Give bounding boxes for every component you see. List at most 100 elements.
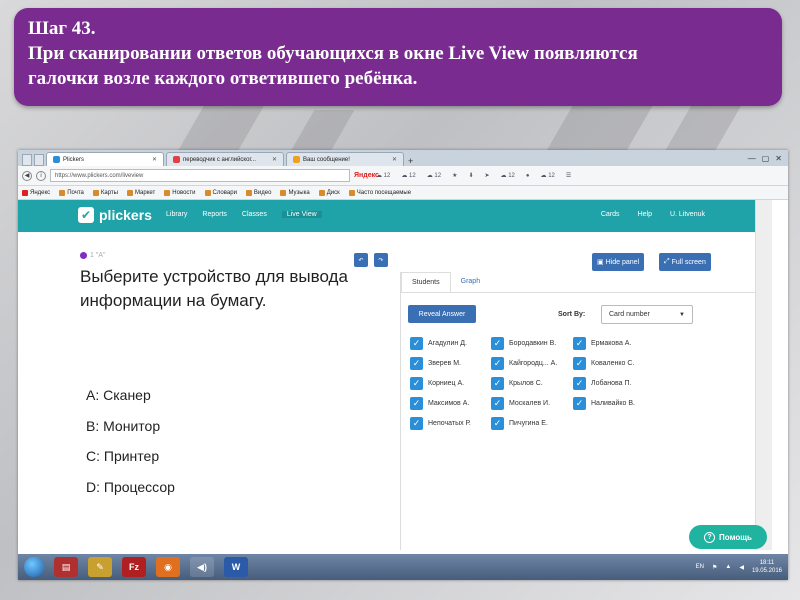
bookmark-item[interactable]: Диск (318, 189, 340, 196)
check-logo-icon: ✔ (78, 207, 94, 223)
bookmark-item[interactable]: Видео (245, 189, 271, 196)
volume-icon[interactable]: ◀ (739, 564, 744, 571)
student-item: ✓ Лобанова П. (573, 373, 655, 393)
info-icon[interactable]: i (36, 170, 46, 181)
checkmark-icon: ✓ (410, 396, 423, 410)
student-item: ✓ Непочатых Р. (410, 413, 491, 433)
panel-body: Reveal Answer Sort By: Card number ▼ ✓ Аг… (401, 292, 756, 550)
weather-icon[interactable]: ☁ 12 (501, 172, 515, 179)
caret-down-icon: ▼ (679, 311, 685, 318)
checkmark-icon: ✓ (410, 336, 423, 350)
tab-label: переводчик с английског... (183, 156, 256, 163)
student-item: ✓ Максимов А. (410, 393, 491, 413)
question-icon: ? (704, 531, 716, 543)
checkmark-icon: ✓ (573, 336, 586, 350)
weather-icon[interactable]: ☁ 12 (427, 172, 441, 179)
minimize-icon[interactable]: — (748, 154, 756, 163)
checkmark-icon: ✓ (491, 336, 504, 350)
filezilla-app-icon[interactable]: Fz (122, 557, 146, 577)
nav-cards[interactable]: Cards (601, 211, 620, 218)
download-icon[interactable]: ⬇ (468, 172, 473, 179)
nav-help[interactable]: Help (638, 211, 652, 218)
weather-icon[interactable]: ☁ 12 (541, 172, 555, 179)
url-input[interactable]: https://www.plickers.com/liveview (50, 169, 350, 182)
checkmark-icon: ✓ (491, 376, 504, 390)
bookmark-item[interactable]: Карты (92, 189, 118, 196)
tab-list-button[interactable] (34, 154, 44, 166)
prev-question-button[interactable]: ↶ (354, 253, 368, 267)
nav-classes[interactable]: Classes (242, 211, 267, 218)
mail-favicon-icon (293, 156, 300, 163)
hide-panel-button[interactable]: ▣ Hide panel (592, 253, 645, 271)
close-icon[interactable]: ✕ (392, 156, 397, 163)
close-window-icon[interactable]: ✕ (775, 154, 782, 163)
bookmark-item[interactable]: Почта (59, 189, 84, 196)
bookmark-item[interactable]: Часто посещаемые (348, 189, 411, 196)
nav-live-view[interactable]: Live View (281, 211, 322, 218)
bookmark-item[interactable]: Музыка (280, 189, 310, 196)
page-scrollbar[interactable] (755, 200, 772, 550)
start-button[interactable] (24, 557, 44, 577)
checkmark-icon: ✓ (573, 376, 586, 390)
weather-icon[interactable]: ☁ 12 (376, 172, 390, 179)
question-color-dot (80, 252, 87, 259)
app-top-nav: ✔ plickers Library Reports Classes Live … (18, 200, 755, 232)
tab-students[interactable]: Students (401, 272, 451, 292)
answer-list: A: Сканер B: Монитор C: Принтер D: Проце… (86, 380, 175, 502)
nav-user[interactable]: U. Litvenuk (670, 211, 705, 218)
word-app-icon[interactable]: W (224, 557, 248, 577)
question-text: Выберите устройство для вывода информаци… (80, 267, 348, 310)
network-icon[interactable]: ▲ (725, 564, 731, 570)
language-indicator[interactable]: EN (696, 564, 704, 570)
question-tag: 1 "A" (80, 252, 105, 259)
back-arrow-icon[interactable]: ◀ (22, 170, 32, 181)
firefox-app-icon[interactable]: ◉ (156, 557, 180, 577)
maximize-icon[interactable]: ▢ (762, 154, 770, 163)
weather-icon[interactable]: ☁ 12 (401, 172, 415, 179)
search-engine-logo[interactable]: Яндекс (354, 172, 379, 179)
app-nav-links: Library Reports Classes Live View (166, 211, 322, 218)
question-controls: ↶ ↷ (354, 253, 388, 267)
new-tab-icon[interactable]: + (408, 156, 413, 166)
next-question-button[interactable]: ↷ (374, 253, 388, 267)
nav-reports[interactable]: Reports (202, 211, 227, 218)
paint-app-icon[interactable]: ✎ (88, 557, 112, 577)
tab-translator[interactable]: переводчик с английског... ✕ (166, 152, 284, 166)
tab-graph[interactable]: Graph (450, 272, 491, 292)
tab-mail[interactable]: Ваш сообщение! ✕ (286, 152, 404, 166)
reveal-answer-button[interactable]: Reveal Answer (408, 305, 476, 323)
close-icon[interactable]: ✕ (272, 156, 277, 163)
bookmarks-bar: Яндекс Почта Карты Маркет Новости Словар… (18, 186, 788, 200)
bookmark-item[interactable]: Маркет (126, 189, 155, 196)
clock[interactable]: 18:11 19.05.2016 (752, 559, 782, 575)
share-icon[interactable]: ➤ (485, 172, 490, 179)
plickers-favicon-icon (53, 156, 60, 163)
plickers-logo[interactable]: ✔ plickers (78, 207, 152, 223)
bookmark-item[interactable]: Новости (164, 189, 196, 196)
student-item: ✓ Пичугина Е. (491, 413, 573, 433)
volume-app-icon[interactable]: ◀) (190, 557, 214, 577)
sort-select[interactable]: Card number ▼ (601, 305, 693, 324)
bookmark-item[interactable]: Яндекс (22, 189, 50, 196)
banner-step: Шаг 43. (28, 18, 96, 39)
panel-icon: ▣ (597, 259, 604, 266)
bookmark-item[interactable]: Словари (204, 189, 237, 196)
adblock-icon[interactable]: ● (526, 173, 530, 179)
archive-app-icon[interactable]: ▤ (54, 557, 78, 577)
bookmark-icon[interactable]: ★ (452, 172, 457, 179)
menu-icon[interactable]: ☰ (566, 172, 571, 179)
browser-screenshot: Plickers ✕ переводчик с английског... ✕ … (18, 150, 788, 580)
checkmark-icon: ✓ (491, 416, 504, 430)
nav-library[interactable]: Library (166, 211, 187, 218)
flag-icon[interactable]: ⚑ (712, 564, 717, 571)
panel-tabs: Students Graph (401, 272, 491, 292)
help-button[interactable]: ? Помощь (689, 525, 767, 549)
sort-label: Sort By: (558, 311, 586, 318)
url-text: https://www.plickers.com/liveview (55, 172, 144, 179)
student-item: ✓ Кайгородц... А. (491, 353, 573, 373)
tab-plickers[interactable]: Plickers ✕ (46, 152, 164, 166)
full-screen-button[interactable]: ⤢ Full screen (659, 253, 711, 271)
student-item: ✓ Зверев М. (410, 353, 491, 373)
close-icon[interactable]: ✕ (152, 156, 157, 163)
tab-group-button[interactable] (22, 154, 32, 166)
